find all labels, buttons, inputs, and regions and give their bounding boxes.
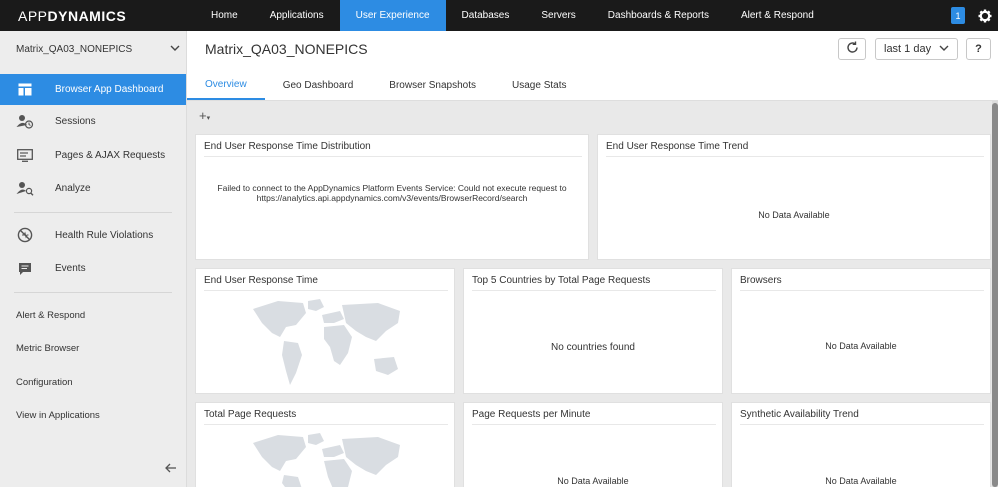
widget-top-countries: Top 5 Countries by Total Page Requests N… [463,268,723,394]
time-range-select[interactable]: last 1 day [875,38,958,60]
widget-page-requests-per-minute: Page Requests per Minute No Data Availab… [463,402,723,487]
no-data-message: No Data Available [557,476,629,486]
widget-response-time-trend: End User Response Time Trend No Data Ava… [597,134,991,260]
widget-title: Total Page Requests [204,409,448,425]
sidebar-link-configuration[interactable]: Configuration [0,366,186,400]
widget-title: Synthetic Availability Trend [740,409,984,425]
scrollbar-thumb[interactable] [992,103,998,487]
sidebar-item-events[interactable]: Events [0,252,186,286]
sidebar-item-sessions[interactable]: Sessions [0,105,186,139]
add-icon: + [199,108,207,123]
widget-title: Top 5 Countries by Total Page Requests [472,275,716,291]
sidebar-link-metric-browser[interactable]: Metric Browser [0,332,186,366]
widget-title: End User Response Time Distribution [204,141,582,157]
sidebar-link-alert-respond[interactable]: Alert & Respond [0,299,186,333]
nav-user-experience[interactable]: User Experience [339,0,446,31]
widget-title: Page Requests per Minute [472,409,716,425]
world-map [253,433,400,487]
refresh-icon [846,41,859,57]
caret-down-icon: ▾ [206,115,211,122]
sidebar-item-label: Sessions [55,116,96,128]
page-header: Matrix_QA03_NONEPICS last 1 day ? Overvi… [187,31,998,101]
analyze-icon [16,181,34,197]
sidebar-item-pages-ajax[interactable]: Pages & AJAX Requests [0,139,186,173]
vertical-scrollbar[interactable] [992,101,998,487]
no-countries-message: No countries found [551,342,635,353]
sessions-icon [16,114,34,130]
sidebar-item-label: Pages & AJAX Requests [55,149,166,161]
help-button[interactable]: ? [966,38,991,60]
sidebar-menu: Browser App Dashboard Sessions Pages & A… [0,74,186,433]
nav-dashboards-reports[interactable]: Dashboards & Reports [592,0,725,31]
sidebar: Matrix_QA03_NONEPICS Browser App Dashboa… [0,31,187,487]
error-message: Failed to connect to the AppDynamics Pla… [217,183,567,203]
sidebar-item-analyze[interactable]: Analyze [0,172,186,206]
health-rule-icon [16,227,34,243]
no-data-message: No Data Available [758,210,830,220]
nav-right-tools: 1 [951,0,998,31]
tab-overview[interactable]: Overview [187,71,265,100]
application-selector[interactable]: Matrix_QA03_NONEPICS [0,31,186,67]
widget-synthetic-availability-trend: Synthetic Availability Trend No Data Ava… [731,402,991,487]
sidebar-item-label: Analyze [55,183,91,195]
widget-title: Browsers [740,275,984,291]
time-range-value: last 1 day [884,43,932,55]
refresh-button[interactable] [838,38,866,60]
sidebar-divider [14,291,172,293]
sidebar-divider [14,211,172,213]
tab-usage-stats[interactable]: Usage Stats [494,71,584,100]
events-icon [16,261,34,277]
widget-end-user-response-time: End User Response Time [195,268,455,394]
sidebar-item-label: Browser App Dashboard [55,84,164,95]
dashboard-icon [16,82,34,98]
collapse-sidebar-icon[interactable] [164,461,178,475]
widget-browsers: Browsers No Data Available [731,268,991,394]
gear-icon[interactable] [978,9,992,23]
no-data-message: No Data Available [825,476,897,486]
nav-databases[interactable]: Databases [446,0,526,31]
appdynamics-logo[interactable]: APP DYNAMICS [0,0,195,31]
main-content: Matrix_QA03_NONEPICS last 1 day ? Overvi… [187,31,998,487]
nav-home[interactable]: Home [195,0,254,31]
add-widget-button[interactable]: +▾ [199,108,210,123]
widget-response-time-distribution: End User Response Time Distribution Fail… [195,134,589,260]
application-name: Matrix_QA03_NONEPICS [16,43,133,55]
sidebar-item-browser-app-dashboard[interactable]: Browser App Dashboard [0,74,186,105]
chevron-down-icon [170,44,180,55]
widget-title: End User Response Time [204,275,448,291]
nav-alert-respond[interactable]: Alert & Respond [725,0,830,31]
top-navigation-bar: APP DYNAMICS Home Applications User Exper… [0,0,998,31]
widget-title: End User Response Time Trend [606,141,984,157]
sidebar-item-label: Health Rule Violations [55,229,154,241]
logo-prefix: APP [18,7,48,24]
page-title: Matrix_QA03_NONEPICS [205,41,368,57]
no-data-message: No Data Available [825,341,897,351]
dashboard-tabs: Overview Geo Dashboard Browser Snapshots… [187,71,585,101]
world-map [253,299,400,385]
tab-browser-snapshots[interactable]: Browser Snapshots [371,71,494,100]
main-nav: Home Applications User Experience Databa… [195,0,830,31]
chevron-down-icon [939,43,949,55]
notification-badge[interactable]: 1 [951,7,965,24]
sidebar-item-health-rule-violations[interactable]: Health Rule Violations [0,219,186,253]
tab-geo-dashboard[interactable]: Geo Dashboard [265,71,372,100]
pages-icon [16,147,34,163]
sidebar-item-label: Events [55,263,86,275]
nav-applications[interactable]: Applications [254,0,340,31]
sidebar-link-view-in-applications[interactable]: View in Applications [0,399,186,433]
nav-servers[interactable]: Servers [525,0,591,31]
widget-total-page-requests: Total Page Requests [195,402,455,487]
logo-suffix: DYNAMICS [47,7,127,24]
